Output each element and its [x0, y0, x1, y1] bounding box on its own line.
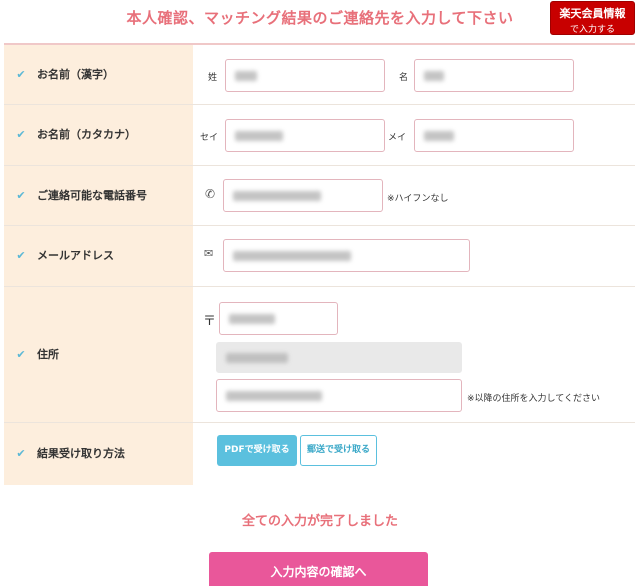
check-icon: ✔ [16, 128, 26, 141]
last-name-kana-input[interactable] [225, 119, 385, 152]
label-cell: ✔ お名前（漢字） [4, 45, 193, 104]
first-name-kana-input[interactable] [414, 119, 574, 152]
receive-mail-button[interactable]: 郵送で受け取る [300, 435, 377, 466]
label-cell: ✔ ご連絡可能な電話番号 [4, 166, 193, 225]
row-name-kanji: ✔ お名前（漢字） 姓 名 [4, 45, 635, 105]
name-kana-label: お名前（カタカナ） [37, 128, 136, 141]
row-email: ✔ メールアドレス ✉ [4, 226, 635, 287]
row-address: ✔ 住所 〒 ※以降の住所を入力してください [4, 287, 635, 423]
receive-pdf-button[interactable]: PDFで受け取る [217, 435, 297, 466]
label-cell: ✔ 結果受け取り方法 [4, 423, 193, 485]
first-name-kanji-input[interactable] [414, 59, 574, 92]
row-name-kana: ✔ お名前（カタカナ） セイ メイ [4, 105, 635, 166]
page-title: 本人確認、マッチング結果のご連絡先を入力して下さい [126, 9, 514, 27]
contact-form: ✔ お名前（漢字） 姓 名 ✔ お名前（カタカナ） セイ メイ ✔ ご連絡可能な… [4, 45, 635, 485]
result-method-label: 結果受け取り方法 [37, 447, 125, 460]
postal-mark-icon: 〒 [203, 314, 217, 329]
prefecture-city-field [216, 342, 462, 373]
check-icon: ✔ [16, 67, 26, 81]
phone-label: ご連絡可能な電話番号 [37, 188, 147, 202]
label-cell: ✔ メールアドレス [4, 226, 193, 286]
address-label: 住所 [37, 347, 59, 361]
postal-code-input[interactable] [219, 302, 338, 335]
phone-input[interactable] [223, 179, 383, 212]
check-icon: ✔ [16, 249, 26, 262]
completion-message: 全ての入力が完了しました [241, 514, 398, 529]
rakuten-autofill-button[interactable]: 楽天会員情報 で入力する [550, 1, 635, 35]
first-name-kana-label: メイ [388, 133, 407, 143]
last-name-kana-label: セイ [200, 133, 219, 143]
check-icon: ✔ [16, 188, 26, 202]
rakuten-button-line1: 楽天会員情報 [559, 7, 626, 20]
rakuten-button-line2: で入力する [569, 25, 615, 35]
check-icon: ✔ [16, 447, 26, 460]
phone-icon: ✆ [205, 187, 216, 201]
email-label: メールアドレス [37, 249, 114, 262]
address-detail-input[interactable] [216, 379, 462, 412]
check-icon: ✔ [16, 347, 26, 361]
email-input[interactable] [223, 239, 470, 272]
label-cell: ✔ お名前（カタカナ） [4, 105, 193, 165]
row-result-method: ✔ 結果受け取り方法 PDFで受け取る 郵送で受け取る [4, 423, 635, 485]
last-name-kanji-input[interactable] [225, 59, 385, 92]
address-note: ※以降の住所を入力してください [467, 394, 601, 404]
first-name-kanji-label: 名 [399, 73, 409, 83]
name-kanji-label: お名前（漢字） [37, 67, 114, 81]
envelope-icon: ✉ [204, 247, 214, 260]
last-name-kanji-label: 姓 [208, 73, 218, 83]
confirm-input-button[interactable]: 入力内容の確認へ [209, 552, 428, 586]
phone-note: ※ハイフンなし [387, 194, 449, 204]
row-phone: ✔ ご連絡可能な電話番号 ✆ ※ハイフンなし [4, 166, 635, 226]
label-cell: ✔ 住所 [4, 287, 193, 422]
